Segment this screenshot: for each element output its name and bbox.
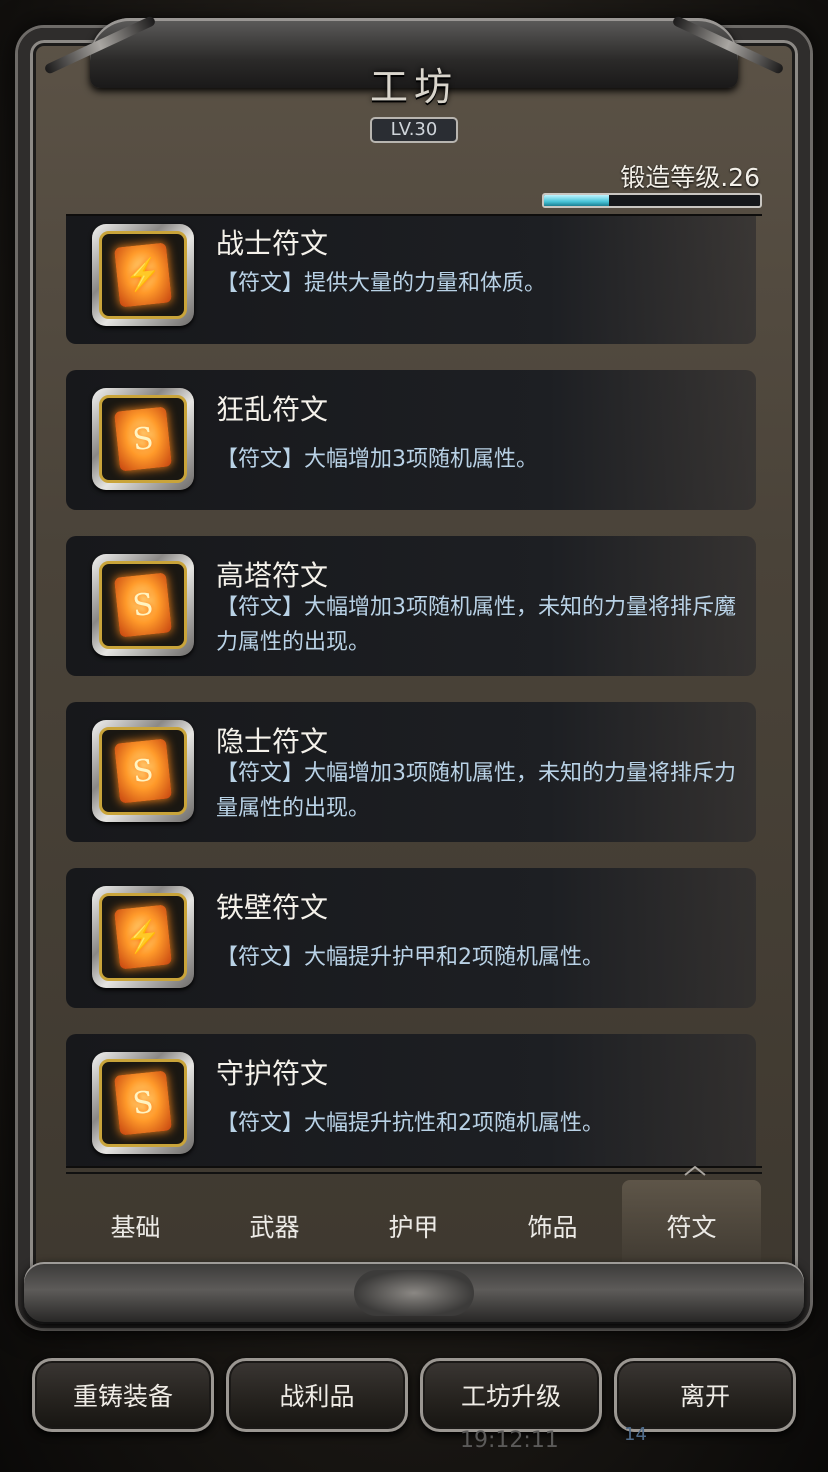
rune-list[interactable]: ⚡ 战士符文 【符文】提供大量的力量和体质。 S 狂乱符文 【符文】大幅增加3项… [66,214,762,1168]
rune-description: 【符文】大幅提升抗性和2项随机属性。 [216,1111,604,1136]
rune-icon: ⚡ [92,886,194,988]
rune-description: 【符文】大幅增加3项随机属性。 [216,447,538,472]
rune-glyph-icon: ⚡ [122,255,164,295]
rune-glyph-icon: S [130,752,156,790]
tab-weapon[interactable]: 武器 [205,1180,344,1272]
rune-name: 战士符文 [216,227,329,260]
tab-accessory[interactable]: 饰品 [483,1180,622,1272]
rune-name: 隐士符文 [216,725,329,758]
rune-icon: S [92,554,194,656]
rune-name: 高塔符文 [216,559,329,592]
leave-button[interactable]: 离开 [614,1358,796,1432]
list-item-rune-2[interactable]: S 高塔符文 【符文】大幅增加3项随机属性，未知的力量将排斥魔力属性的出现。 [66,536,756,676]
list-item-rune-4[interactable]: ⚡ 铁壁符文 【符文】大幅提升护甲和2项随机属性。 [66,868,756,1008]
rune-glyph-icon: S [130,420,156,458]
rune-glyph-icon: S [130,1084,156,1122]
list-item-rune-1[interactable]: S 狂乱符文 【符文】大幅增加3项随机属性。 [66,370,756,510]
rune-icon: S [92,1052,194,1154]
list-item-rune-0[interactable]: ⚡ 战士符文 【符文】提供大量的力量和体质。 [66,216,756,344]
rune-name: 守护符文 [216,1057,329,1090]
rune-description: 【符文】大幅增加3项随机属性，未知的力量将排斥魔力属性的出现。 [216,595,736,655]
forge-progress-fill [544,195,609,206]
rune-name: 狂乱符文 [216,393,329,426]
panel-bottom-ornament [24,1262,804,1324]
category-tabs: 基础 武器 护甲 饰品 符文 [66,1166,762,1272]
list-item-rune-3[interactable]: S 隐士符文 【符文】大幅增加3项随机属性，未知的力量将排斥力量属性的出现。 [66,702,756,842]
list-item-rune-5[interactable]: S 守护符文 【符文】大幅提升抗性和2项随机属性。 [66,1034,756,1166]
rune-icon: ⚡ [92,224,194,326]
page-title: 工坊 [369,65,458,109]
reforge-equipment-button[interactable]: 重铸装备 [32,1358,214,1432]
workshop-level-badge: LV.30 [370,117,458,143]
rune-description: 【符文】大幅提升护甲和2项随机属性。 [216,945,604,970]
tab-rune[interactable]: 符文 [622,1180,761,1272]
rune-name: 铁壁符文 [216,891,329,924]
forge-level-label: 锻造等级.26 [620,163,760,192]
clock-text: 19:12:11 [460,1428,559,1453]
rune-glyph-icon: S [130,586,156,624]
rune-description: 【符文】大幅增加3项随机属性，未知的力量将排斥力量属性的出现。 [216,761,736,821]
status-count: 14 [624,1424,647,1445]
tab-armor[interactable]: 护甲 [344,1180,483,1272]
workshop-upgrade-button[interactable]: 工坊升级 [420,1358,602,1432]
rune-icon: S [92,388,194,490]
chevron-up-icon [684,1166,706,1176]
tabs-divider [66,1172,762,1174]
loot-button[interactable]: 战利品 [226,1358,408,1432]
rune-description: 【符文】提供大量的力量和体质。 [216,271,547,296]
rune-icon: S [92,720,194,822]
rune-glyph-icon: ⚡ [122,917,164,957]
forge-progress-bar [542,193,762,208]
tab-basic[interactable]: 基础 [66,1180,205,1272]
